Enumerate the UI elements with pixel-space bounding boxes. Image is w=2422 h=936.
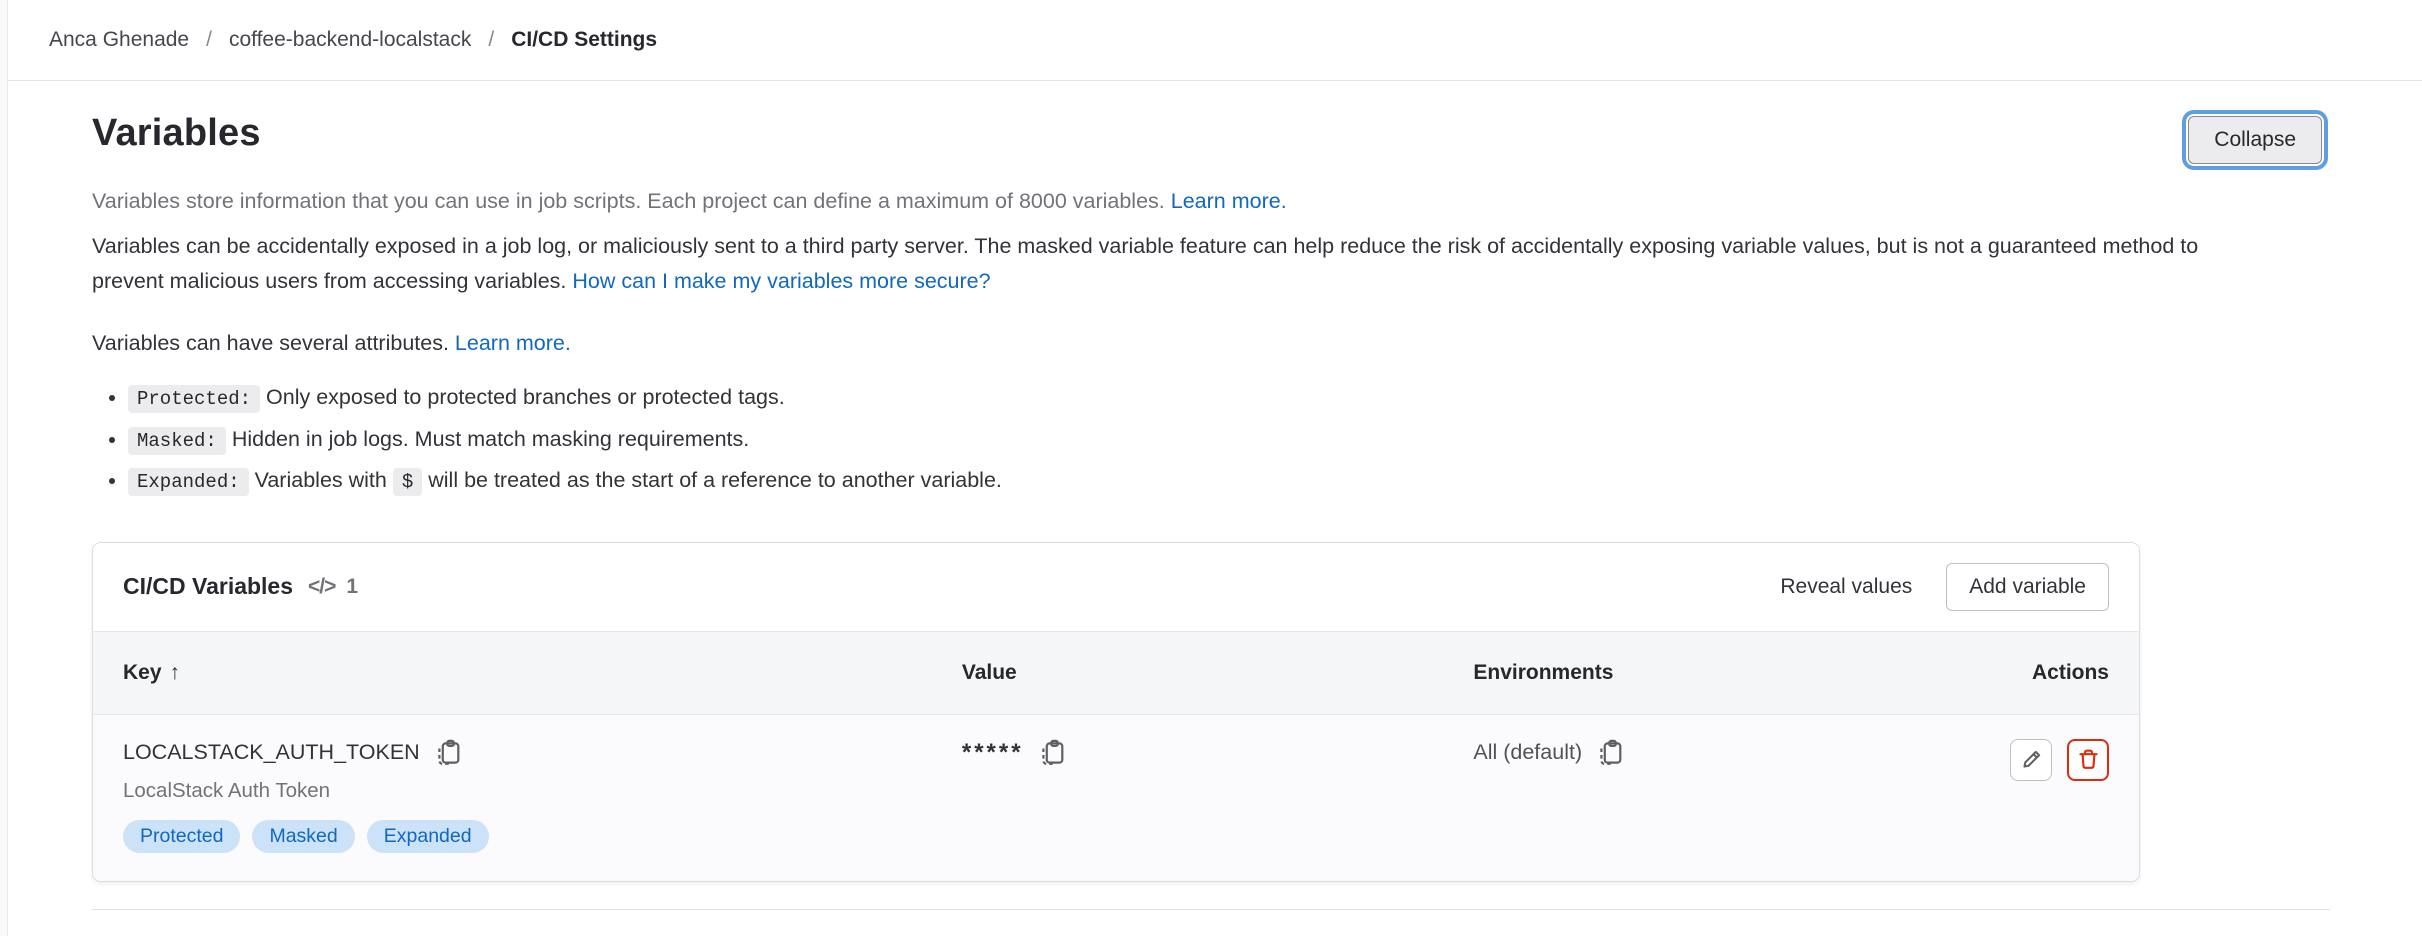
copy-key-button[interactable] xyxy=(434,739,461,766)
badge-row: Protected Masked Expanded xyxy=(123,820,902,853)
list-item-masked: Masked: Hidden in job logs. Must match m… xyxy=(128,424,2330,455)
code-icon: </> xyxy=(308,575,335,599)
protected-description: Only exposed to protected branches or pr… xyxy=(266,385,785,409)
key-cell: LOCALSTACK_AUTH_TOKEN LocalStack Auth To… xyxy=(93,714,932,881)
settings-content: Variables Collapse Variables store infor… xyxy=(0,112,2422,910)
list-item-protected: Protected: Only exposed to protected bra… xyxy=(128,382,2330,413)
variables-intro-text: Variables store information that you can… xyxy=(92,186,2330,217)
variables-card-title: CI/CD Variables xyxy=(123,573,293,600)
add-variable-button[interactable]: Add variable xyxy=(1946,563,2109,611)
attributes-learn-more-link[interactable]: Learn more. xyxy=(455,331,571,355)
learn-more-link[interactable]: Learn more. xyxy=(1171,189,1287,213)
breadcrumb-project-link[interactable]: coffee-backend-localstack xyxy=(229,28,471,52)
edit-variable-button[interactable] xyxy=(2010,739,2052,781)
breadcrumb-user-link[interactable]: Anca Ghenade xyxy=(49,28,189,52)
list-item-expanded: Expanded: Variables with $ will be treat… xyxy=(128,465,2330,496)
expanded-badge: Expanded xyxy=(367,820,489,853)
breadcrumb: Anca Ghenade / coffee-backend-localstack… xyxy=(0,0,2422,81)
value-cell: ***** xyxy=(932,714,1444,881)
variables-section-header: Variables Collapse xyxy=(92,112,2330,164)
protected-code-chip: Protected: xyxy=(128,385,260,413)
column-header-key[interactable]: Key ↑ xyxy=(93,631,932,714)
variable-row: LOCALSTACK_AUTH_TOKEN LocalStack Auth To… xyxy=(93,714,2139,881)
page-title: Variables xyxy=(92,112,261,155)
delete-variable-button[interactable] xyxy=(2067,739,2109,781)
key-header-label: Key xyxy=(123,661,162,684)
copy-value-button[interactable] xyxy=(1038,739,1065,766)
variable-key: LOCALSTACK_AUTH_TOKEN xyxy=(123,740,420,765)
masked-code-chip: Masked: xyxy=(128,427,226,455)
cicd-variables-card: CI/CD Variables </> 1 Reveal values Add … xyxy=(92,542,2140,882)
variables-attributes-text: Variables can have several attributes. L… xyxy=(92,331,2330,356)
variables-warning-text: Variables can be accidentally exposed in… xyxy=(92,229,2252,298)
warning-text: Variables can be accidentally exposed in… xyxy=(92,234,2198,292)
variables-table: Key ↑ Value Environments Actions LOCALSTA… xyxy=(93,631,2139,881)
protected-badge: Protected xyxy=(123,820,240,853)
breadcrumb-separator: / xyxy=(206,28,212,52)
column-header-value: Value xyxy=(932,631,1444,714)
environment-scope: All (default) xyxy=(1473,740,1582,765)
copy-icon xyxy=(1038,739,1065,766)
table-header-row: Key ↑ Value Environments Actions xyxy=(93,631,2139,714)
masked-variable-value: ***** xyxy=(962,742,1024,763)
masked-badge: Masked xyxy=(252,820,354,853)
copy-environment-button[interactable] xyxy=(1596,739,1623,766)
attributes-text: Variables can have several attributes. xyxy=(92,331,449,355)
attribute-list: Protected: Only exposed to protected bra… xyxy=(106,382,2330,496)
expanded-description-before: Variables with xyxy=(255,468,387,492)
actions-cell xyxy=(1904,714,2139,881)
breadcrumb-separator: / xyxy=(488,28,494,52)
trash-icon xyxy=(2077,748,2100,771)
copy-icon xyxy=(434,739,461,766)
collapsed-sidebar-edge xyxy=(0,0,8,936)
variables-count: 1 xyxy=(346,575,358,599)
variable-description: LocalStack Auth Token xyxy=(123,779,902,803)
expanded-description-after: will be treated as the start of a refere… xyxy=(428,468,1002,492)
expanded-code-chip: Expanded: xyxy=(128,468,249,496)
breadcrumb-current-page: CI/CD Settings xyxy=(511,28,657,52)
sort-ascending-icon: ↑ xyxy=(170,661,181,684)
environments-cell: All (default) xyxy=(1443,714,1903,881)
masked-description: Hidden in job logs. Must match masking r… xyxy=(232,427,749,451)
reveal-values-button[interactable]: Reveal values xyxy=(1762,564,1930,610)
copy-icon xyxy=(1596,739,1623,766)
collapse-button[interactable]: Collapse xyxy=(2188,116,2322,164)
variables-card-header: CI/CD Variables </> 1 Reveal values Add … xyxy=(93,543,2139,631)
dollar-code-chip: $ xyxy=(393,468,422,496)
column-header-actions: Actions xyxy=(1904,631,2139,714)
pencil-icon xyxy=(2020,748,2043,771)
column-header-environments: Environments xyxy=(1443,631,1903,714)
intro-text: Variables store information that you can… xyxy=(92,189,1165,213)
secure-variables-link[interactable]: How can I make my variables more secure? xyxy=(572,269,990,293)
section-divider xyxy=(92,909,2330,910)
